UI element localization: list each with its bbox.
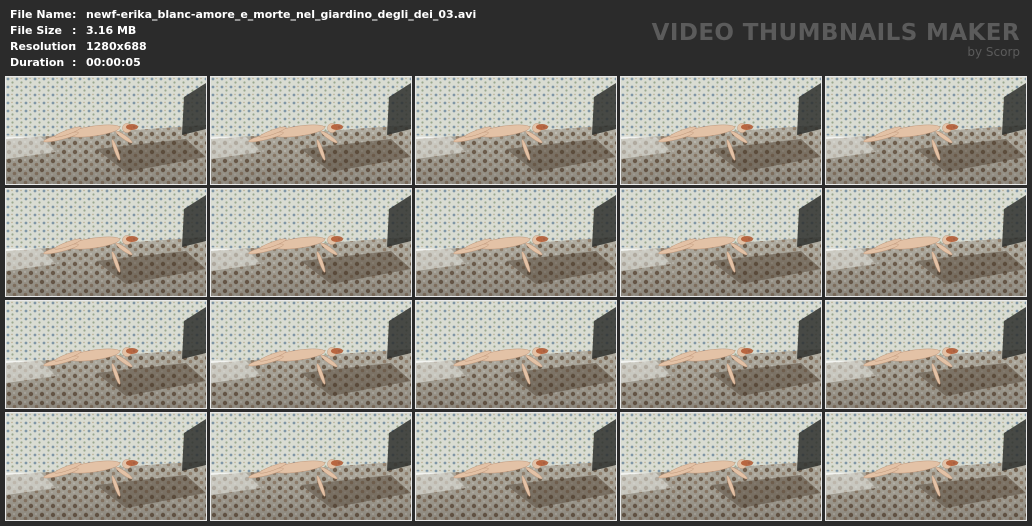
- thumbnail-frame-image: [211, 413, 411, 520]
- thumbnail-frame-image: [211, 301, 411, 408]
- thumbnail-frame-image: [416, 413, 616, 520]
- separator: :: [72, 8, 77, 21]
- video-thumbnail[interactable]: [210, 188, 412, 297]
- file-size-row: File Size : 3.16 MB: [10, 23, 476, 39]
- thumbnail-frame-image: [416, 77, 616, 184]
- thumbnail-frame-image: [416, 301, 616, 408]
- brand-subtitle: by Scorp: [967, 45, 1020, 59]
- thumbnail-frame-image: [621, 77, 821, 184]
- thumbnail-frame-image: [211, 77, 411, 184]
- duration-row: Duration : 00:00:05: [10, 55, 476, 71]
- thumbnail-frame-image: [6, 189, 206, 296]
- video-thumbnail[interactable]: [5, 188, 207, 297]
- thumbnail-frame-image: [826, 301, 1026, 408]
- file-size-label: File Size: [10, 24, 62, 37]
- separator: :: [72, 40, 77, 53]
- video-thumbnail[interactable]: [5, 76, 207, 185]
- resolution-row: Resolution : 1280x688: [10, 39, 476, 55]
- video-thumbnail[interactable]: [415, 76, 617, 185]
- thumbnail-frame-image: [826, 413, 1026, 520]
- duration-label: Duration: [10, 56, 65, 69]
- video-thumbnail[interactable]: [825, 188, 1027, 297]
- header: File Name : newf-erika_blanc-amore_e_mor…: [0, 0, 1032, 76]
- video-thumbnail[interactable]: [415, 188, 617, 297]
- resolution-label: Resolution: [10, 40, 77, 53]
- thumbnail-frame-image: [621, 301, 821, 408]
- video-thumbnail[interactable]: [825, 76, 1027, 185]
- video-thumbnail[interactable]: [620, 188, 822, 297]
- video-thumbnail[interactable]: [620, 412, 822, 521]
- brand-title: VIDEO THUMBNAILS MAKER: [651, 20, 1020, 46]
- thumbnail-frame-image: [6, 301, 206, 408]
- file-name-value: newf-erika_blanc-amore_e_morte_nel_giard…: [86, 8, 477, 21]
- resolution-value: 1280x688: [86, 40, 147, 53]
- file-name-row: File Name : newf-erika_blanc-amore_e_mor…: [10, 7, 476, 23]
- separator: :: [72, 24, 77, 37]
- thumbnail-frame-image: [621, 413, 821, 520]
- video-thumbnail[interactable]: [210, 412, 412, 521]
- video-thumbnail[interactable]: [415, 300, 617, 409]
- video-thumbnail[interactable]: [210, 300, 412, 409]
- video-thumbnail[interactable]: [5, 412, 207, 521]
- thumbnail-frame-image: [416, 189, 616, 296]
- thumbnail-frame-image: [826, 189, 1026, 296]
- thumbnail-frame-image: [826, 77, 1026, 184]
- file-size-value: 3.16 MB: [86, 24, 137, 37]
- video-thumbnail[interactable]: [825, 300, 1027, 409]
- video-thumbnail[interactable]: [5, 300, 207, 409]
- video-thumbnail[interactable]: [415, 412, 617, 521]
- thumbnail-frame-image: [6, 77, 206, 184]
- file-info: File Name : newf-erika_blanc-amore_e_mor…: [10, 7, 476, 71]
- duration-value: 00:00:05: [86, 56, 141, 69]
- brand-watermark: VIDEO THUMBNAILS MAKER by Scorp: [652, 20, 1020, 59]
- file-name-label: File Name: [10, 8, 72, 21]
- thumbnail-frame-image: [621, 189, 821, 296]
- video-thumbnail[interactable]: [620, 300, 822, 409]
- video-thumbnail[interactable]: [210, 76, 412, 185]
- thumbnail-frame-image: [211, 189, 411, 296]
- video-thumbnail[interactable]: [825, 412, 1027, 521]
- thumbnail-grid: [5, 76, 1027, 521]
- video-thumbnail[interactable]: [620, 76, 822, 185]
- thumbnail-frame-image: [6, 413, 206, 520]
- separator: :: [72, 56, 77, 69]
